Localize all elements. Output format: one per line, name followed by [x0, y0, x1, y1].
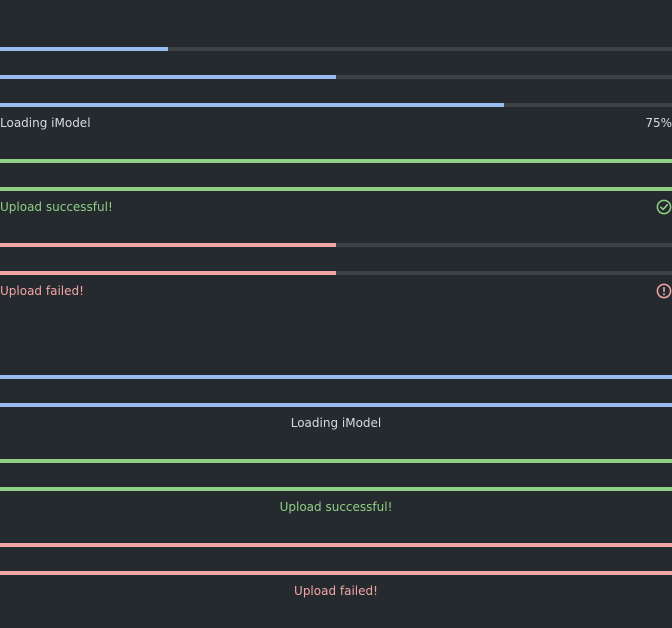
- loading-label: Loading iModel: [0, 116, 91, 130]
- failure-label: Upload failed!: [294, 584, 378, 598]
- progress-fill: [0, 571, 672, 575]
- progress-fill: [0, 75, 336, 79]
- success-label: Upload successful!: [0, 200, 113, 214]
- status-error-icon: [656, 283, 672, 299]
- progress-fill: [0, 159, 672, 163]
- informational-progress-bar: [0, 403, 672, 407]
- success-label: Upload successful!: [279, 500, 393, 514]
- progress-fill: [0, 271, 336, 275]
- progress-fill: [0, 243, 336, 247]
- progress-fill: [0, 187, 672, 191]
- progress-fill: [0, 103, 504, 107]
- negative-progress-bar: [0, 271, 672, 275]
- failure-label: Upload failed!: [0, 284, 84, 298]
- progress-fill: [0, 47, 168, 51]
- progress-value-text: 75%: [645, 116, 672, 130]
- success-label-row: Upload successful!: [0, 199, 672, 215]
- progress-fill: [0, 375, 672, 379]
- positive-progress-bar: [0, 487, 672, 491]
- negative-progress-bar: [0, 243, 672, 247]
- centered-loading-row: Loading iModel: [0, 415, 672, 431]
- progress-fill: [0, 487, 672, 491]
- informational-progress-bar: [0, 375, 672, 379]
- centered-failure-row: Upload failed!: [0, 583, 672, 599]
- failure-label-row: Upload failed!: [0, 283, 672, 299]
- progress-bar-75: [0, 103, 672, 107]
- positive-progress-bar: [0, 159, 672, 163]
- progress-bar-50: [0, 75, 672, 79]
- negative-progress-bar: [0, 543, 672, 547]
- loading-label: Loading iModel: [290, 416, 382, 430]
- negative-progress-bar: [0, 571, 672, 575]
- progress-fill: [0, 403, 672, 407]
- positive-progress-bar: [0, 187, 672, 191]
- positive-progress-bar: [0, 459, 672, 463]
- checkmark-circle-icon: [656, 199, 672, 215]
- progress-bar-25: [0, 47, 672, 51]
- progress-fill: [0, 459, 672, 463]
- loading-label-row: Loading iModel 75%: [0, 115, 672, 131]
- centered-success-row: Upload successful!: [0, 499, 672, 515]
- progress-fill: [0, 543, 672, 547]
